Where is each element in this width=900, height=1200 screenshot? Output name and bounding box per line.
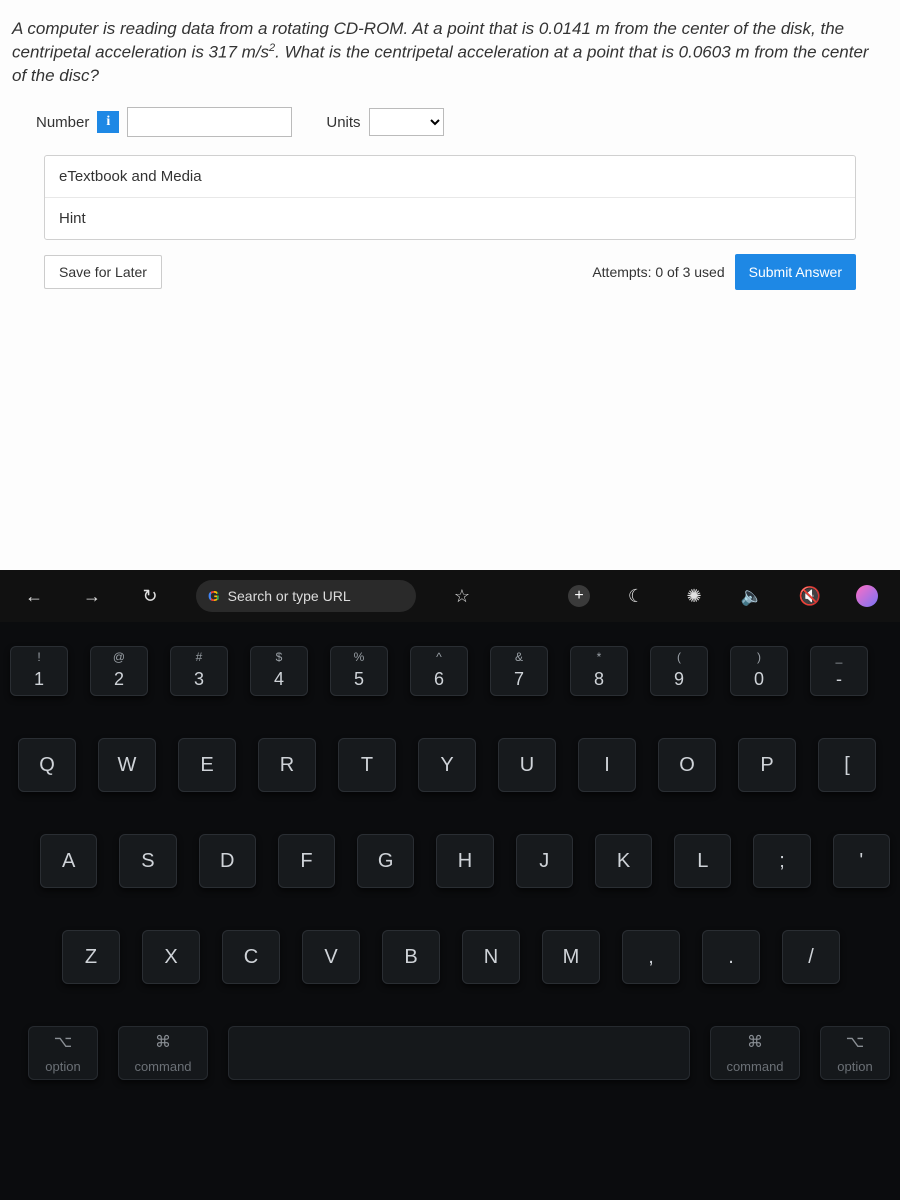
key-[[interactable]: [ (818, 738, 876, 792)
avatar[interactable] (856, 585, 878, 607)
answer-row: Number i Units (8, 101, 892, 155)
key--[interactable]: _- (810, 646, 868, 696)
key-1[interactable]: !1 (10, 646, 68, 696)
key-b[interactable]: B (382, 930, 440, 984)
key-l[interactable]: L (674, 834, 731, 888)
sound-icon[interactable]: 🔈 (740, 586, 764, 607)
key-u[interactable]: U (498, 738, 556, 792)
key-w[interactable]: W (98, 738, 156, 792)
number-input[interactable] (127, 107, 292, 137)
key-g[interactable]: G (357, 834, 414, 888)
key-v[interactable]: V (302, 930, 360, 984)
key-,[interactable]: , (622, 930, 680, 984)
key-x[interactable]: X (142, 930, 200, 984)
attempts-text: Attempts: 0 of 3 used (592, 264, 724, 280)
key-e[interactable]: E (178, 738, 236, 792)
key-p[interactable]: P (738, 738, 796, 792)
key-s[interactable]: S (119, 834, 176, 888)
back-icon[interactable]: ← (22, 586, 46, 607)
units-label: Units (326, 114, 360, 131)
keyboard-home-row: ASDFGHJKL; ' (0, 828, 900, 894)
google-g-icon: G (208, 588, 220, 605)
number-label: Number (36, 114, 89, 131)
key-3[interactable]: #3 (170, 646, 228, 696)
homework-page: A computer is reading data from a rotati… (0, 0, 900, 570)
key-6[interactable]: ^6 (410, 646, 468, 696)
key-n[interactable]: N (462, 930, 520, 984)
keyboard-qwerty-row: QWERTYUIOP [ (0, 732, 900, 798)
question-part-b: acceleration is 317 m/s (95, 43, 269, 62)
key-k[interactable]: K (595, 834, 652, 888)
reload-icon[interactable]: ↻ (138, 586, 162, 607)
option-key-right[interactable]: ⌥ option (820, 1026, 890, 1080)
question-text: A computer is reading data from a rotati… (8, 10, 892, 101)
key-i[interactable]: I (578, 738, 636, 792)
key-y[interactable]: Y (418, 738, 476, 792)
key-9[interactable]: (9 (650, 646, 708, 696)
key-o[interactable]: O (658, 738, 716, 792)
spacebar-key[interactable] (228, 1026, 690, 1080)
browser-toolbar: ← → ↻ G Search or type URL ☆ + ☾ ✺ 🔈 🔇 (0, 570, 900, 622)
option-key-left[interactable]: ⌥ option (28, 1026, 98, 1080)
omnibox[interactable]: G Search or type URL (196, 580, 416, 612)
mute-icon[interactable]: 🔇 (798, 586, 822, 607)
key-/[interactable]: / (782, 930, 840, 984)
etextbook-link[interactable]: eTextbook and Media (45, 156, 855, 198)
key-h[interactable]: H (436, 834, 493, 888)
key-.[interactable]: . (702, 930, 760, 984)
key-;[interactable]: ; (753, 834, 810, 888)
key-5[interactable]: %5 (330, 646, 388, 696)
key-z[interactable]: Z (62, 930, 120, 984)
submit-answer-button[interactable]: Submit Answer (735, 254, 856, 290)
key-2[interactable]: @2 (90, 646, 148, 696)
key-a[interactable]: A (40, 834, 97, 888)
key-c[interactable]: C (222, 930, 280, 984)
key-'[interactable]: ' (833, 834, 890, 888)
star-icon[interactable]: ☆ (450, 586, 474, 607)
moon-icon[interactable]: ☾ (624, 586, 648, 607)
key-q[interactable]: Q (18, 738, 76, 792)
key-r[interactable]: R (258, 738, 316, 792)
info-icon[interactable]: i (97, 111, 119, 133)
actions-row: Save for Later Attempts: 0 of 3 used Sub… (44, 254, 856, 290)
key-4[interactable]: $4 (250, 646, 308, 696)
omnibox-placeholder: Search or type URL (228, 588, 351, 604)
brightness-icon[interactable]: ✺ (682, 586, 706, 607)
key-f[interactable]: F (278, 834, 335, 888)
hint-link[interactable]: Hint (45, 198, 855, 239)
key-t[interactable]: T (338, 738, 396, 792)
command-key-right[interactable]: ⌘ command (710, 1026, 800, 1080)
forward-icon[interactable]: → (80, 586, 104, 607)
keyboard-bottom-row: ZXCVBNM,. / (0, 924, 900, 990)
new-tab-icon[interactable]: + (568, 585, 590, 607)
key-d[interactable]: D (199, 834, 256, 888)
key-8[interactable]: *8 (570, 646, 628, 696)
physical-keyboard: !1 @2 #3 $4 %5 ^6&7 *8 (9 )0 _- QWERTYUIOP [ ASDFG… (0, 622, 900, 1200)
key-7[interactable]: &7 (490, 646, 548, 696)
resources-panel: eTextbook and Media Hint (44, 155, 856, 240)
key-0[interactable]: )0 (730, 646, 788, 696)
save-for-later-button[interactable]: Save for Later (44, 255, 162, 289)
key-m[interactable]: M (542, 930, 600, 984)
units-select[interactable] (369, 108, 444, 136)
keyboard-modifier-row: ⌥ option ⌘ command ⌘ command ⌥ option (0, 1020, 900, 1086)
command-key-left[interactable]: ⌘ command (118, 1026, 208, 1080)
key-j[interactable]: J (516, 834, 573, 888)
keyboard-number-row: !1 @2 #3 $4 %5 ^6&7 *8 (9 )0 _- (0, 640, 900, 702)
